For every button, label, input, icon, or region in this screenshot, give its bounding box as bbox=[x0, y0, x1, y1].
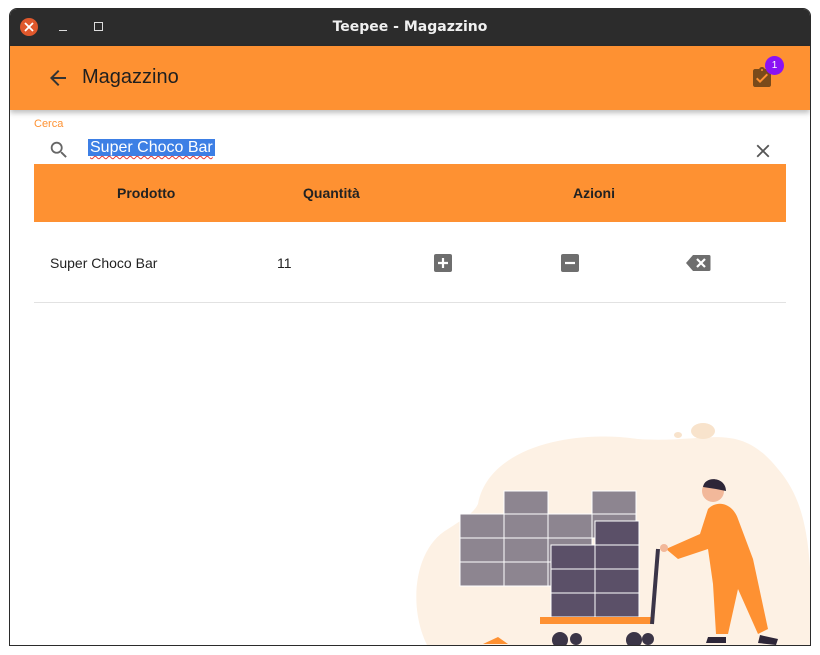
search-input[interactable]: Super Choco Bar bbox=[88, 139, 708, 161]
app-bar: Magazzino 1 bbox=[10, 46, 810, 110]
page-title: Magazzino bbox=[82, 66, 179, 88]
add-icon[interactable] bbox=[433, 253, 453, 273]
clear-icon[interactable] bbox=[752, 140, 774, 162]
app-window: Teepee - Magazzino Magazzino 1 Cerca Sup… bbox=[9, 8, 811, 646]
delete-icon[interactable] bbox=[685, 253, 711, 273]
header-product: Prodotto bbox=[117, 185, 176, 201]
table-header: Prodotto Quantità Azioni bbox=[34, 164, 786, 222]
window-title: Teepee - Magazzino bbox=[332, 19, 488, 35]
warehouse-worker-illustration bbox=[416, 423, 810, 645]
cell-quantity: 11 bbox=[277, 255, 292, 271]
back-arrow-icon[interactable] bbox=[46, 66, 70, 90]
search-input-value: Super Choco Bar bbox=[88, 139, 215, 156]
title-bar: Teepee - Magazzino bbox=[10, 9, 810, 46]
remove-icon[interactable] bbox=[560, 253, 580, 273]
search-label: Cerca bbox=[34, 118, 64, 130]
table-row: Super Choco Bar 11 bbox=[34, 222, 786, 303]
header-actions: Azioni bbox=[573, 185, 615, 201]
header-quantity: Quantità bbox=[303, 185, 360, 201]
cell-product: Super Choco Bar bbox=[50, 255, 158, 271]
search-icon bbox=[50, 141, 67, 158]
cart-badge: 1 bbox=[765, 56, 784, 75]
